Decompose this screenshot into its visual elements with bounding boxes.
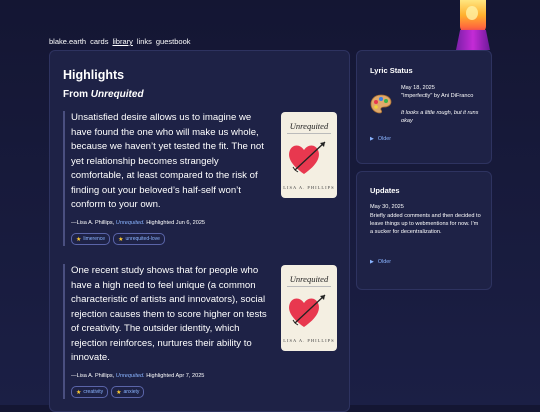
cover-rule bbox=[287, 286, 331, 287]
nav-link-library[interactable]: library bbox=[112, 37, 132, 46]
highlight-date: Highlighted Apr 7, 2025 bbox=[146, 373, 205, 379]
lyric-song: "Imperfectly" by Ani DiFranco bbox=[401, 93, 474, 99]
star-icon: ★ bbox=[76, 236, 82, 243]
tag-list: ★ limerence ★ unrequited-love bbox=[71, 233, 165, 245]
highlight-citation: —Lisa A. Phillips, Unrequited. Highlight… bbox=[71, 220, 205, 226]
star-icon: ★ bbox=[118, 236, 124, 243]
book-cover[interactable]: Unrequited LISA A. PHILLIPS bbox=[281, 112, 337, 198]
update-text: Briefly added comments and then decided … bbox=[370, 213, 481, 236]
update-date: May 30, 2025 bbox=[370, 204, 404, 210]
book-title: Unrequited bbox=[90, 89, 144, 100]
updates-card: Updates May 30, 2025 Briefly added comme… bbox=[356, 171, 492, 290]
palette-icon bbox=[370, 94, 392, 114]
cover-title: Unrequited bbox=[289, 121, 329, 131]
star-icon: ★ bbox=[116, 389, 122, 396]
highlight-card: Unsatisfied desire allows us to imagine … bbox=[63, 111, 345, 246]
triangle-right-icon: ▶ bbox=[370, 259, 374, 265]
from-label: From bbox=[63, 89, 88, 100]
heart-arrow-icon bbox=[289, 294, 326, 327]
nav-link-cards[interactable]: cards bbox=[90, 37, 108, 46]
cover-author: LISA A. PHILLIPS bbox=[283, 185, 335, 190]
older-label: Older bbox=[377, 259, 392, 265]
star-icon: ★ bbox=[76, 389, 82, 396]
lyric-date: May 18, 2025 bbox=[401, 85, 435, 91]
citation-author: —Lisa A. Phillips, bbox=[71, 220, 115, 226]
nav-link-home[interactable]: blake.earth bbox=[49, 37, 86, 46]
citation-source-link[interactable]: Unrequited. bbox=[116, 220, 145, 226]
tag-label: limerence bbox=[83, 236, 106, 242]
nav-link-guestbook[interactable]: guestbook bbox=[156, 37, 191, 46]
highlight-quote: Unsatisfied desire allows us to imagine … bbox=[71, 112, 264, 210]
lyric-status-card: Lyric Status May 18, 2025 "Imperfectly" … bbox=[356, 50, 492, 164]
cover-title: Unrequited bbox=[289, 274, 329, 284]
nav-link-links[interactable]: links bbox=[137, 37, 152, 46]
highlight-date: Highlighted Jun 6, 2025 bbox=[146, 220, 206, 226]
tag-label: anxiety bbox=[123, 389, 140, 395]
lava-lamp-decoration bbox=[456, 0, 490, 50]
page-title: Highlights bbox=[63, 68, 125, 82]
cover-author: LISA A. PHILLIPS bbox=[283, 338, 335, 343]
tag-label: unrequited-love bbox=[125, 236, 160, 242]
updates-heading: Updates bbox=[370, 186, 400, 195]
lyric-text: It looks a little rough, but it runs oka… bbox=[401, 110, 479, 125]
highlight-citation: —Lisa A. Phillips, Unrequited. Highlight… bbox=[71, 373, 204, 379]
site-nav: blake.earth cards library links guestboo… bbox=[49, 37, 191, 46]
updates-older-link[interactable]: ▶ Older bbox=[370, 259, 391, 265]
heart-arrow-icon bbox=[289, 141, 326, 174]
tag-label: creativity bbox=[83, 389, 104, 395]
lyric-status-heading: Lyric Status bbox=[370, 66, 413, 75]
highlight-quote: One recent study shows that for people w… bbox=[71, 265, 267, 363]
tag-list: ★ creativity ★ anxiety bbox=[71, 386, 145, 398]
triangle-right-icon: ▶ bbox=[370, 136, 374, 142]
highlights-panel: Highlights From Unrequited Unsatisfied d… bbox=[49, 50, 350, 412]
lyric-older-link[interactable]: ▶ Older bbox=[370, 136, 391, 142]
tag-creativity[interactable]: ★ creativity bbox=[71, 386, 109, 398]
citation-source-link[interactable]: Unrequited. bbox=[116, 373, 145, 379]
cover-rule bbox=[287, 133, 331, 134]
tag-anxiety[interactable]: ★ anxiety bbox=[111, 386, 145, 398]
highlight-card: One recent study shows that for people w… bbox=[63, 264, 345, 399]
tag-unrequited-love[interactable]: ★ unrequited-love bbox=[113, 233, 165, 245]
book-heading: From Unrequited bbox=[63, 89, 144, 100]
citation-author: —Lisa A. Phillips, bbox=[71, 373, 115, 379]
tag-limerence[interactable]: ★ limerence bbox=[71, 233, 111, 245]
older-label: Older bbox=[377, 136, 392, 142]
book-cover[interactable]: Unrequited LISA A. PHILLIPS bbox=[281, 265, 337, 351]
